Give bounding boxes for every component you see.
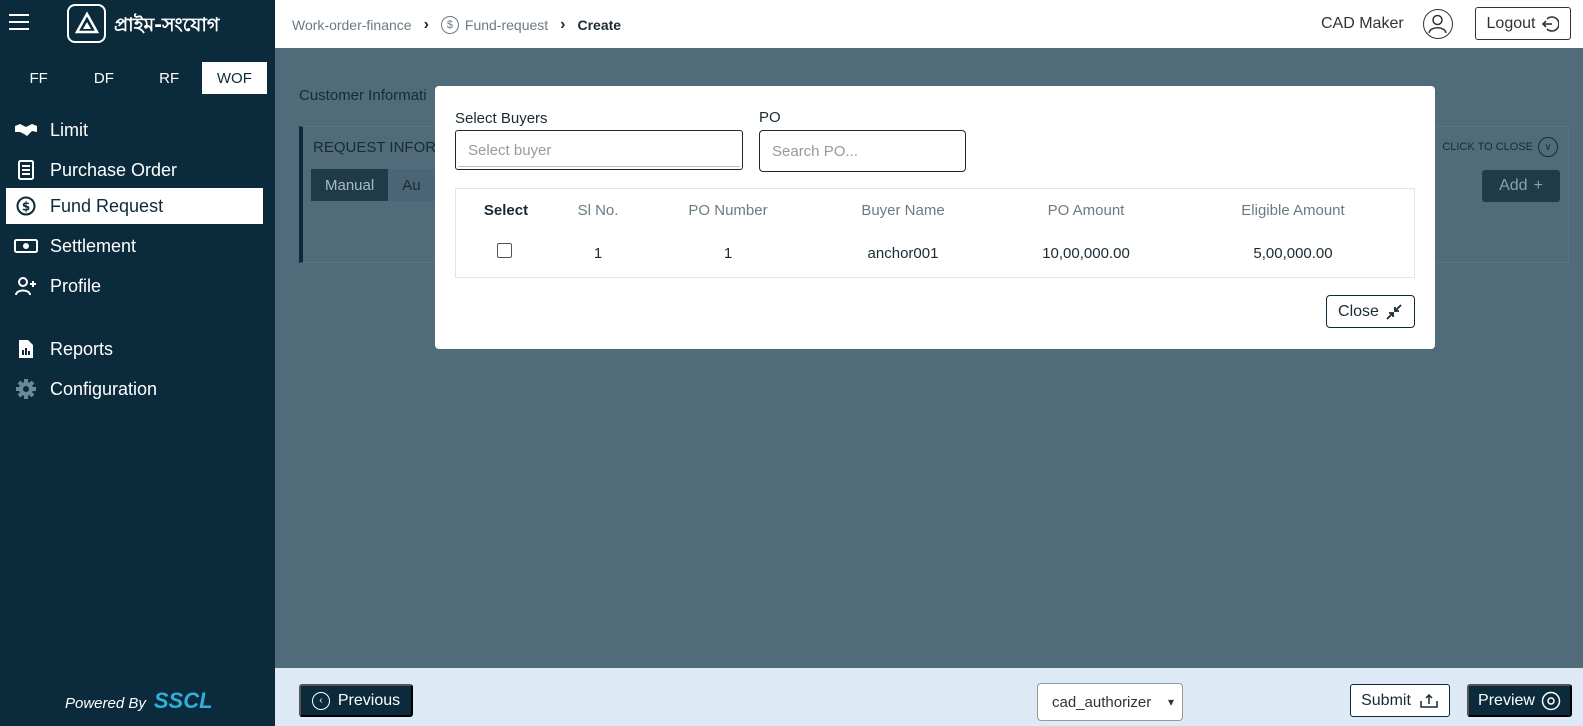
report-file-icon	[14, 339, 38, 359]
po-table: Select Sl No. PO Number Buyer Name PO Am…	[455, 188, 1415, 278]
sidebar: প্রাইম-সংযোগ FF DF RF WOF Limit Purchase…	[0, 0, 275, 726]
svg-text:$: $	[22, 200, 30, 214]
table-cell: anchor001	[867, 245, 939, 262]
sidebar-item-purchase-order[interactable]: Purchase Order	[6, 152, 263, 188]
close-button[interactable]: Close	[1326, 295, 1415, 328]
avatar[interactable]	[1423, 9, 1453, 39]
column-header: Select	[483, 202, 529, 219]
vendor-logo: SSCL	[153, 688, 213, 713]
request-info-title: REQUEST INFORM	[313, 139, 449, 156]
sidebar-item-profile[interactable]: Profile	[6, 268, 263, 304]
column-header: Eligible Amount	[1241, 202, 1345, 219]
column-header: PO Number	[688, 202, 768, 219]
chevron-left-icon: ‹	[311, 691, 330, 710]
buyers-label: Select Buyers	[455, 110, 548, 127]
po-placeholder: Search PO...	[772, 142, 858, 160]
user-icon	[1428, 14, 1447, 34]
click-to-close-label: CLICK TO CLOSE	[1442, 141, 1533, 153]
dollar-circle-icon: $	[14, 196, 38, 216]
sidebar-item-label: Limit	[50, 119, 89, 140]
plus-icon: +	[1533, 177, 1543, 194]
breadcrumb-create: Create	[577, 17, 622, 33]
chevron-down-icon: ▾	[1167, 695, 1174, 709]
tab-rf[interactable]: RF	[137, 62, 202, 94]
tab-ff[interactable]: FF	[6, 62, 71, 94]
select-po-modal: Select Buyers Select buyer PO Search PO.…	[435, 86, 1435, 349]
document-list-icon	[14, 160, 38, 180]
tab-df[interactable]: DF	[71, 62, 136, 94]
mode-toggle: Manual Au	[311, 169, 435, 201]
add-label: Add	[1499, 177, 1528, 194]
add-button[interactable]: Add +	[1482, 170, 1560, 202]
sidebar-item-label: Fund Request	[50, 195, 164, 216]
previous-button[interactable]: ‹ Previous	[299, 684, 413, 717]
table-cell: 1	[723, 245, 733, 262]
footer-bar: ‹ Previous cad_authorizer ▾ Submit Previ…	[275, 668, 1583, 726]
dollar-circle-icon: $	[440, 16, 459, 34]
po-label: PO	[759, 109, 781, 126]
cash-icon	[14, 236, 38, 256]
logout-icon	[1542, 15, 1560, 32]
brand-bar: প্রাইম-সংযোগ	[0, 0, 275, 48]
gear-icon	[14, 379, 38, 399]
sidebar-item-limit[interactable]: Limit	[6, 112, 263, 148]
column-header: Sl No.	[577, 202, 619, 219]
sidebar-item-label: Settlement	[50, 235, 137, 256]
brand-name: প্রাইম-সংযোগ	[114, 14, 220, 36]
breadcrumb: Work-order-finance › $ Fund-request › Cr…	[292, 16, 621, 34]
customer-info-heading: Customer Informati	[299, 87, 427, 104]
breadcrumb-fund-request[interactable]: Fund-request	[465, 17, 548, 33]
column-header: Buyer Name	[861, 202, 945, 219]
table-cell: 5,00,000.00	[1253, 245, 1333, 262]
role-select-value: cad_authorizer	[1052, 693, 1152, 711]
previous-label: Previous	[337, 691, 401, 709]
powered-by-label: Powered By	[65, 695, 146, 712]
handshake-icon	[14, 120, 38, 140]
sidebar-item-label: Reports	[50, 338, 114, 359]
table-cell: 10,00,000.00	[1042, 245, 1130, 262]
sidebar-item-label: Purchase Order	[50, 159, 178, 180]
buyer-select-input[interactable]: Select buyer	[455, 130, 743, 170]
sidebar-item-fund-request[interactable]: $ Fund Request	[6, 188, 263, 224]
submit-label: Submit	[1361, 691, 1411, 709]
po-search-input[interactable]: Search PO...	[759, 130, 966, 172]
collapse-icon	[1386, 303, 1402, 320]
hamburger-menu-icon[interactable]	[9, 14, 29, 32]
sidebar-item-configuration[interactable]: Configuration	[6, 371, 263, 407]
logout-button[interactable]: Logout	[1475, 7, 1571, 40]
top-header: Work-order-finance › $ Fund-request › Cr…	[275, 0, 1583, 48]
mode-manual[interactable]: Manual	[311, 169, 389, 201]
chevron-right-icon: ›	[560, 16, 566, 33]
click-to-close-toggle[interactable]: CLICK TO CLOSE ∨	[1442, 137, 1558, 157]
sidebar-item-label: Configuration	[50, 378, 158, 399]
logout-label: Logout	[1486, 14, 1536, 32]
preview-button[interactable]: Preview	[1467, 684, 1572, 717]
buyer-placeholder: Select buyer	[468, 141, 552, 159]
chevron-down-icon: ∨	[1538, 137, 1558, 157]
user-role-label: CAD Maker	[1321, 15, 1404, 32]
logo-icon	[67, 4, 106, 43]
upload-icon	[1420, 693, 1438, 708]
breadcrumb-work-order-finance[interactable]: Work-order-finance	[292, 17, 412, 33]
submit-button[interactable]: Submit	[1350, 684, 1450, 717]
tab-wof[interactable]: WOF	[201, 62, 267, 94]
close-label: Close	[1338, 302, 1379, 320]
program-tabs: FF DF RF WOF	[6, 62, 267, 94]
sidebar-item-reports[interactable]: Reports	[6, 331, 263, 367]
column-header: PO Amount	[1047, 202, 1125, 219]
role-select[interactable]: cad_authorizer ▾	[1037, 683, 1183, 721]
sidebar-item-label: Profile	[50, 275, 102, 296]
sidebar-item-settlement[interactable]: Settlement	[6, 228, 263, 264]
row-select-checkbox[interactable]	[497, 243, 512, 258]
mode-auto[interactable]: Au	[388, 169, 435, 201]
chevron-right-icon: ›	[423, 16, 429, 33]
table-cell: 1	[593, 245, 603, 262]
user-add-icon	[14, 276, 38, 296]
preview-label: Preview	[1478, 691, 1535, 709]
eye-icon	[1541, 691, 1561, 710]
powered-by: Powered By SSCL	[65, 688, 213, 714]
